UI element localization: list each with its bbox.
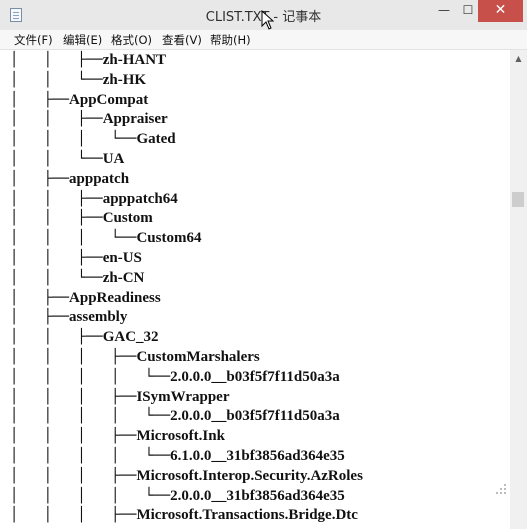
maximize-button[interactable]: ☐ (456, 0, 480, 22)
tree-node-name: zh-CN (102, 269, 145, 286)
tree-prefix: │ │ ├── (10, 210, 103, 227)
minimize-button[interactable]: — (432, 0, 456, 22)
tree-line: │ ├──apppatch (10, 169, 129, 189)
tree-line: │ │ │ ├──Microsoft.Interop.Security.AzRo… (10, 466, 363, 486)
tree-node-name: apppatch64 (102, 190, 178, 207)
tree-node-name: assembly (69, 309, 128, 326)
tree-node-name: apppatch (69, 170, 130, 187)
tree-prefix: │ │ │ │ └── (10, 368, 171, 385)
menu-help[interactable]: 帮助(H) (210, 32, 251, 48)
tree-prefix: │ │ │ ├── (10, 507, 137, 524)
tree-line: │ │ │ ├──CustomMarshalers (10, 347, 260, 367)
tree-node-name: Microsoft.Transactions.Bridge.Dtc (136, 507, 358, 524)
tree-prefix: │ ├── (10, 170, 70, 187)
tree-line: │ │ └──zh-HK (10, 70, 146, 90)
tree-line: │ │ │ │ └──2.0.0.0__b03f5f7f11d50a3a (10, 367, 340, 387)
tree-prefix: │ │ └── (10, 269, 103, 286)
tree-line: │ │ │ │ └──2.0.0.0__31bf3856ad364e35 (10, 486, 345, 506)
tree-line: │ │ │ ├──ISymWrapper (10, 387, 230, 407)
tree-line: │ │ │ │ └──6.1.0.0__31bf3856ad364e35 (10, 446, 345, 466)
title-bar[interactable]: CLIST.TXT - 记事本 — ☐ ✕ (0, 0, 527, 30)
tree-prefix: │ │ ├── (10, 111, 103, 128)
menu-file[interactable]: 文件(F) (14, 32, 53, 48)
tree-prefix: │ │ └── (10, 71, 103, 88)
tree-node-name: 2.0.0.0__b03f5f7f11d50a3a (170, 368, 340, 385)
tree-prefix: │ │ │ │ └── (10, 448, 171, 464)
tree-line: │ │ ├──apppatch64 (10, 189, 178, 209)
tree-prefix: │ │ │ └── (10, 131, 137, 148)
tree-prefix: │ │ └── (10, 151, 103, 167)
tree-node-name: Microsoft.Ink (136, 428, 225, 445)
tree-prefix: │ │ │ ├── (10, 349, 137, 365)
tree-prefix: │ │ │ ├── (10, 428, 137, 445)
tree-node-name: AppCompat (69, 91, 149, 108)
tree-line: │ │ ├──Appraiser (10, 109, 168, 129)
tree-line: │ │ │ └──Gated (10, 129, 176, 149)
tree-line: │ │ ├──en-US (10, 248, 142, 268)
menu-format[interactable]: 格式(O) (111, 32, 152, 48)
tree-node-name: AppReadiness (69, 289, 161, 306)
tree-node-name: ISymWrapper (136, 388, 230, 405)
tree-node-name: GAC_32 (102, 329, 159, 346)
tree-node-name: Gated (136, 131, 176, 148)
scroll-thumb[interactable] (512, 192, 524, 207)
tree-node-name: Custom64 (136, 230, 202, 247)
tree-node-name: 2.0.0.0__b03f5f7f11d50a3a (170, 408, 340, 425)
tree-line: │ │ └──UA (10, 149, 124, 169)
tree-prefix: │ │ ├── (10, 250, 103, 266)
menu-bar: 文件(F) 编辑(E) 格式(O) 查看(V) 帮助(H) (0, 30, 527, 50)
tree-node-name: CustomMarshalers (136, 349, 260, 365)
tree-line: │ ├──AppReadiness (10, 288, 161, 308)
tree-line: │ │ └──zh-CN (10, 268, 144, 288)
resize-grip-icon[interactable] (490, 480, 510, 502)
tree-node-name: 2.0.0.0__31bf3856ad364e35 (170, 487, 345, 504)
tree-line: │ │ │ └──Custom64 (10, 228, 201, 248)
tree-prefix: │ ├── (10, 289, 70, 306)
tree-node-name: UA (102, 151, 125, 167)
tree-prefix: │ │ ├── (10, 190, 103, 207)
tree-line: │ ├──AppCompat (10, 90, 148, 110)
tree-line: │ │ ├──zh-HANT (10, 50, 166, 70)
menu-view[interactable]: 查看(V) (162, 32, 202, 48)
tree-node-name: zh-HK (102, 71, 147, 88)
tree-line: │ ├──assembly (10, 307, 127, 327)
tree-node-name: zh-HANT (102, 52, 167, 68)
tree-prefix: │ │ │ ├── (10, 388, 137, 405)
tree-prefix: │ ├── (10, 91, 70, 108)
tree-node-name: Appraiser (102, 111, 168, 128)
tree-prefix: │ ├── (10, 309, 70, 326)
tree-node-name: 6.1.0.0__31bf3856ad364e35 (170, 448, 345, 464)
tree-node-name: Custom (102, 210, 153, 227)
tree-prefix: │ │ ├── (10, 52, 103, 68)
vertical-scrollbar[interactable]: ▲ (510, 50, 527, 529)
tree-line: │ │ ├──Custom (10, 208, 153, 228)
tree-prefix: │ │ │ │ └── (10, 487, 171, 504)
close-button[interactable]: ✕ (478, 0, 523, 22)
tree-prefix: │ │ ├── (10, 329, 103, 346)
tree-node-name: Microsoft.Interop.Security.AzRoles (136, 467, 363, 484)
tree-line: │ │ │ ├──Microsoft.Transactions.Bridge.D… (10, 505, 358, 525)
tree-line: │ │ ├──GAC_32 (10, 327, 159, 347)
tree-prefix: │ │ │ │ └── (10, 408, 171, 425)
menu-edit[interactable]: 编辑(E) (63, 32, 102, 48)
tree-node-name: en-US (102, 250, 142, 266)
text-editor[interactable]: │ │ ├──zh-HANT │ │ └──zh-HK │ ├──AppCompat… (0, 50, 510, 529)
scroll-up-arrow-icon[interactable]: ▲ (510, 50, 527, 67)
tree-line: │ │ │ │ └──2.0.0.0__b03f5f7f11d50a3a (10, 406, 340, 426)
tree-prefix: │ │ │ ├── (10, 467, 137, 484)
tree-prefix: │ │ │ └── (10, 230, 137, 247)
tree-line: │ │ │ ├──Microsoft.Ink (10, 426, 225, 446)
mouse-cursor-icon (261, 10, 275, 30)
